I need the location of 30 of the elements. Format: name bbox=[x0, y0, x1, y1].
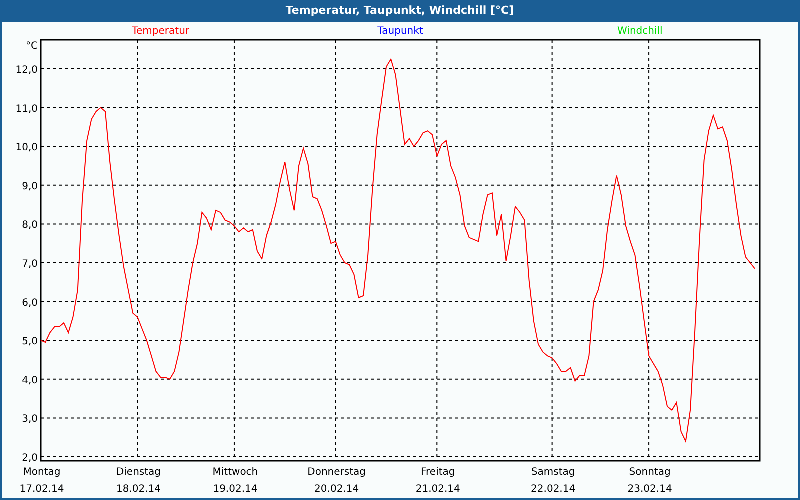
date-label: 18.02.14 bbox=[116, 484, 161, 495]
y-tick-label: 11,0 bbox=[16, 104, 38, 115]
y-tick-label: 9,0 bbox=[22, 181, 38, 192]
legend-label: Temperatur bbox=[132, 26, 190, 37]
x-category-label: Freitag bbox=[421, 467, 456, 478]
date-label: 20.02.14 bbox=[314, 484, 360, 495]
y-tick-label: 5,0 bbox=[22, 336, 38, 348]
y-tick-label: 4,0 bbox=[22, 375, 38, 386]
y-tick-label: 8,0 bbox=[22, 220, 38, 232]
y-tick-label: 7,0 bbox=[22, 259, 38, 270]
y-tick-label: 12,0 bbox=[16, 64, 38, 76]
x-category-label: Sonntag bbox=[629, 467, 671, 478]
date-label: 23.02.14 bbox=[628, 484, 672, 495]
x-category-label: Dienstag bbox=[116, 467, 162, 478]
y-tick-label: 2,0 bbox=[22, 453, 38, 464]
date-label: 19.02.14 bbox=[213, 484, 258, 495]
y-tick-label: 3,0 bbox=[22, 414, 38, 426]
y-axis-unit: °C bbox=[26, 41, 38, 52]
x-category-label: Donnerstag bbox=[308, 467, 366, 478]
y-tick-label: 10,0 bbox=[16, 142, 38, 154]
date-label: 17.02.14 bbox=[20, 484, 64, 495]
y-tick-label: 6,0 bbox=[22, 298, 38, 309]
x-category-label: Montag bbox=[23, 467, 61, 478]
x-category-label: Mittwoch bbox=[212, 467, 258, 478]
window-title: Temperatur, Taupunkt, Windchill [°C] bbox=[2, 0, 798, 22]
legend-label: Taupunkt bbox=[378, 26, 424, 37]
legend-label: Windchill bbox=[618, 26, 663, 37]
x-category-label: Samstag bbox=[531, 467, 576, 478]
date-label: 22.02.14 bbox=[531, 484, 576, 495]
date-label: 21.02.14 bbox=[416, 484, 460, 495]
